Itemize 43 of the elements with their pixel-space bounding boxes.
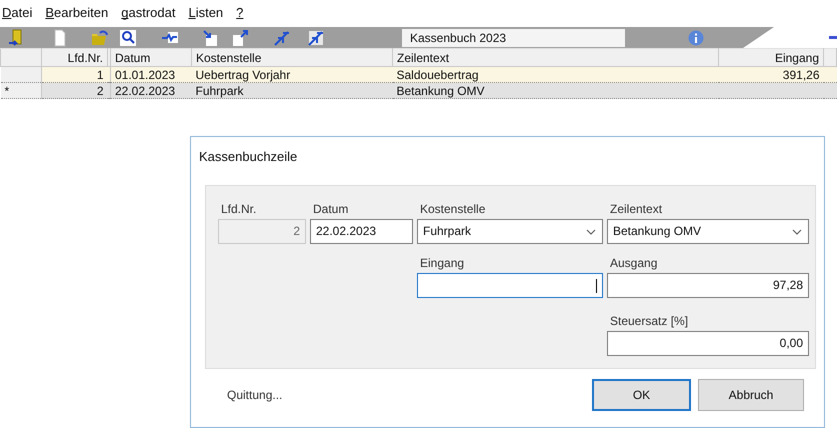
- field-label: Kostenstelle: [419, 202, 486, 216]
- export-icon[interactable]: [231, 28, 249, 46]
- header-cell: [108, 48, 110, 66]
- field-label: Lfd.Nr.: [220, 202, 258, 216]
- table-cell: Fuhrpark: [192, 82, 392, 98]
- table-cell: Betankung OMV: [392, 82, 718, 98]
- import-icon[interactable]: [201, 28, 219, 46]
- input-field[interactable]: 97,28: [607, 273, 809, 298]
- table-cell: 2: [42, 82, 108, 98]
- dropdown[interactable]: Betankung OMV: [607, 219, 809, 244]
- search-icon[interactable]: [119, 28, 137, 46]
- dialog-title: Kassenbuchzeile: [198, 148, 298, 166]
- column-header[interactable]: Eingang: [718, 48, 824, 66]
- menu-item[interactable]: gastrodat: [121, 4, 176, 20]
- table-cell: 22.02.2023: [110, 82, 192, 98]
- cancel-button[interactable]: Abbruch: [698, 379, 804, 411]
- text-cursor: [596, 278, 597, 292]
- field-label: Ausgang: [609, 256, 658, 270]
- field-label: Zeilentext: [609, 202, 664, 216]
- menu-item[interactable]: Datei: [2, 4, 32, 20]
- field-label: Datum: [312, 202, 350, 216]
- field-label: Steuersatz [%]: [609, 314, 690, 328]
- folder-icon[interactable]: [91, 28, 109, 46]
- row-marker: *: [0, 82, 42, 98]
- input-field[interactable]: 0,00: [607, 331, 809, 356]
- menu-item[interactable]: Bearbeiten: [45, 4, 108, 20]
- field-label: Eingang: [419, 256, 466, 270]
- input-field[interactable]: [417, 273, 603, 298]
- title-field[interactable]: Kassenbuch 2023: [402, 28, 625, 46]
- receipt-link[interactable]: Quittung...: [227, 388, 282, 402]
- column-header[interactable]: Kostenstelle: [192, 48, 392, 66]
- column-header[interactable]: Lfd.Nr.: [42, 48, 108, 66]
- chevron-icon: [586, 229, 596, 235]
- menu-item[interactable]: Listen: [188, 4, 224, 20]
- info-icon[interactable]: [688, 30, 704, 46]
- dropdown[interactable]: Fuhrpark: [417, 219, 603, 244]
- ok-button[interactable]: OK: [592, 379, 691, 411]
- menu-item[interactable]: ?: [236, 4, 244, 20]
- column-header[interactable]: Zeilentext: [392, 48, 718, 66]
- chevron-icon: [792, 229, 802, 235]
- header-cell: [824, 48, 836, 66]
- column-header[interactable]: Datum: [110, 48, 192, 66]
- input-field[interactable]: 22.02.2023: [310, 219, 413, 244]
